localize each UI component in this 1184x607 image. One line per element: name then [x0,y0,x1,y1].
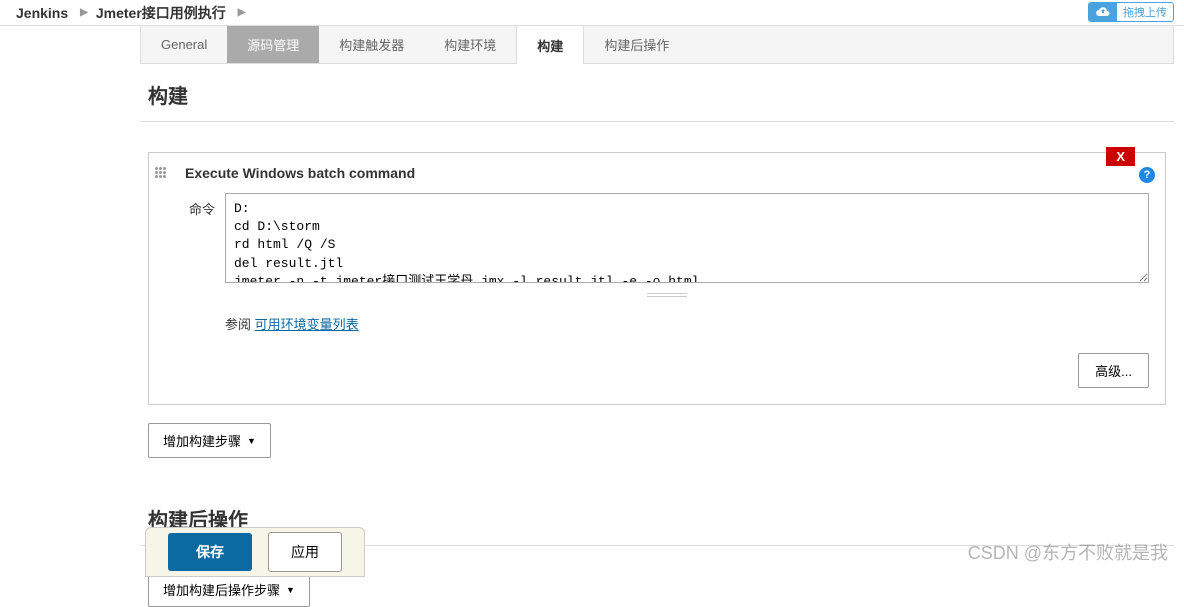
chevron-down-icon: ▼ [247,436,256,446]
add-post-step-button[interactable]: 增加构建后操作步骤 ▼ [148,572,310,607]
left-gutter [0,26,130,577]
help-icon[interactable]: ? [1139,167,1155,183]
tab-env[interactable]: 构建环境 [424,26,516,63]
env-vars-link[interactable]: 可用环境变量列表 [255,317,359,332]
tab-general[interactable]: General [141,26,227,63]
tab-post[interactable]: 构建后操作 [584,26,689,63]
add-post-step-label: 增加构建后操作步骤 [163,580,280,599]
tab-triggers[interactable]: 构建触发器 [319,26,424,63]
add-build-step-label: 增加构建步骤 [163,431,241,450]
chevron-right-icon: ▶ [80,7,88,18]
cloud-upload-icon [1089,3,1117,21]
breadcrumb-root[interactable]: Jenkins [16,5,68,21]
breadcrumb-project[interactable]: Jmeter接口用例执行 [96,3,226,23]
tab-scm[interactable]: 源码管理 [227,26,319,63]
bottom-action-bar: 保存 应用 [145,527,365,577]
command-input[interactable] [225,193,1149,283]
add-build-step-button[interactable]: 增加构建步骤 ▼ [148,423,271,458]
tab-build[interactable]: 构建 [516,26,584,64]
command-label: 命令 [175,193,225,218]
drag-handle-icon[interactable] [155,167,169,181]
section-build-title: 构建 [140,64,1174,122]
build-step-title: Execute Windows batch command [185,165,1149,181]
apply-button[interactable]: 应用 [268,532,342,572]
config-tabs: General 源码管理 构建触发器 构建环境 构建 构建后操作 [140,26,1174,64]
ref-prefix: 参阅 [225,317,255,332]
upload-label: 拖拽上传 [1117,4,1173,20]
chevron-right-icon: ▶ [238,7,246,18]
save-button[interactable]: 保存 [168,533,252,571]
reference-row: 参阅 可用环境变量列表 [225,314,1149,333]
resize-grip[interactable] [185,285,1149,300]
chevron-down-icon: ▼ [286,585,295,595]
delete-step-button[interactable]: X [1106,147,1135,166]
breadcrumb: Jenkins ▶ Jmeter接口用例执行 ▶ [0,0,1184,26]
advanced-button[interactable]: 高级... [1078,353,1149,388]
build-step-block: X ? Execute Windows batch command 命令 参阅 … [148,152,1166,405]
upload-button[interactable]: 拖拽上传 [1088,2,1174,22]
